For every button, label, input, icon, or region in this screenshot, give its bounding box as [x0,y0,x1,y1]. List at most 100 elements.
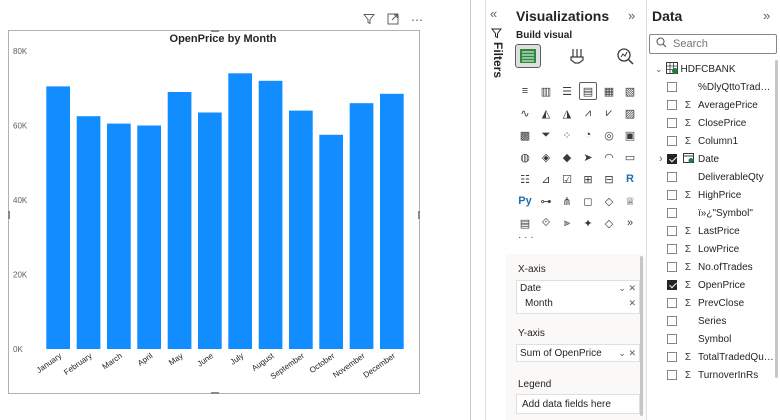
clustered-bar-icon[interactable]: ☰ [558,82,576,100]
field-checkbox[interactable] [667,190,677,200]
area-chart-icon[interactable]: ◭ [537,104,555,122]
remove-subfield-icon[interactable]: ✕ [628,298,636,309]
table-hdfcbank[interactable]: ⌄ HDFCBANK [655,60,736,78]
x-axis-field-pill[interactable]: Date ⌄ ✕ [517,281,639,296]
field-checkbox[interactable] [667,154,677,164]
field-checkbox[interactable] [667,244,677,254]
resize-handle-right[interactable] [418,211,420,219]
field-symbol[interactable]: Symbol [667,330,731,348]
pie-icon[interactable]: ◔ [579,126,597,144]
field-closeprice[interactable]: Σ ClosePrice [667,114,746,132]
map-icon[interactable]: ◍ [516,148,534,166]
stacked-bar-icon[interactable]: ≡ [516,82,534,100]
table-icon[interactable]: ⊞ [579,170,597,188]
field-checkbox[interactable] [667,298,677,308]
field-date[interactable]: › Date [659,150,719,168]
stacked-area-icon[interactable]: ◮ [558,104,576,122]
line-clustered-column-icon[interactable]: ⩗ [600,104,618,122]
field-checkbox[interactable] [667,316,677,326]
search-box[interactable] [649,34,777,54]
donut-icon[interactable]: ◎ [600,126,618,144]
python-visual-icon[interactable]: Py [516,192,534,210]
field-openprice[interactable]: Σ OpenPrice [667,276,745,294]
slicer-icon[interactable]: ☑ [558,170,576,188]
paginated-report-icon[interactable]: ▤ [516,214,534,232]
collapse-visualizations-icon[interactable]: » [628,8,635,23]
field-deliverableqty[interactable]: DeliverableQty [667,168,764,186]
expand-filters-icon[interactable]: « [490,6,497,21]
resize-handle-left[interactable] [8,211,10,219]
field-prevclose[interactable]: Σ PrevClose [667,294,744,312]
bar-october[interactable] [319,134,343,349]
field-no-oftrades[interactable]: Σ No.ofTrades [667,258,753,276]
power-automate-icon[interactable]: ⫸ [558,214,576,232]
x-axis-subfield-pill[interactable]: Month ✕ [517,296,639,311]
line-chart-icon[interactable]: ∿ [516,104,534,122]
matrix-icon[interactable]: ⊟ [600,170,618,188]
custom-visual-icon[interactable]: ✦ [579,214,597,232]
100-stacked-bar-icon[interactable]: ▦ [600,82,618,100]
field-series[interactable]: Series [667,312,726,330]
field-dlyqttotraded[interactable]: %DlyQttoTraded... [667,78,774,96]
bar-august[interactable] [258,80,283,350]
multi-row-card-icon[interactable]: ☷ [516,170,534,188]
ribbon-chart-icon[interactable]: ▨ [621,104,639,122]
field-symbol[interactable]: ï»¿"Symbol" [667,204,753,222]
remove-field-icon[interactable]: ✕ [628,283,636,293]
diamond-visual-icon[interactable]: ◇ [600,214,618,232]
power-apps-icon[interactable]: ⟐ [537,214,555,232]
scatter-icon[interactable]: ⁘ [558,126,576,144]
bar-february[interactable] [76,116,101,349]
navigation-icon[interactable]: ➤ [579,148,597,166]
gauge-icon[interactable]: ◠ [600,148,618,166]
filled-map-icon[interactable]: ◈ [537,148,555,166]
field-highprice[interactable]: Σ HighPrice [667,186,741,204]
clustered-column-icon[interactable]: ▤ [579,82,597,100]
chevron-down-icon[interactable]: ⌄ [655,64,663,75]
search-input[interactable] [673,38,763,50]
bar-november[interactable] [349,103,374,349]
format-visual-tab-icon[interactable] [564,44,590,68]
stacked-column-icon[interactable]: ▥ [537,82,555,100]
key-influencers-icon[interactable]: ⊶ [537,192,555,210]
collapse-data-icon[interactable]: » [763,8,770,23]
bar-january[interactable] [46,86,70,350]
resize-handle-bottom[interactable] [211,392,219,394]
field-checkbox[interactable] [667,100,677,110]
bar-december[interactable] [380,93,404,349]
field-checkbox[interactable] [667,226,677,236]
visualizations-scrollbar[interactable] [640,256,643,416]
line-stacked-column-icon[interactable]: ⩘ [579,104,597,122]
build-visual-tab-icon[interactable] [515,44,541,68]
filter-icon[interactable] [362,13,376,27]
remove-field-icon[interactable]: ✕ [628,348,636,358]
bar-april[interactable] [137,125,161,350]
field-checkbox[interactable] [667,172,677,182]
card-icon[interactable]: ▭ [621,148,639,166]
field-checkbox[interactable] [667,208,677,218]
trophy-icon[interactable]: ♕ [621,192,639,210]
field-checkbox[interactable] [667,262,677,272]
decomposition-tree-icon[interactable]: ⋔ [558,192,576,210]
filters-label[interactable]: Filters [491,42,505,78]
legend-well[interactable]: Add data fields here [516,394,640,414]
more-options-icon[interactable]: ⋯ [410,13,424,27]
field-checkbox[interactable] [667,118,677,128]
bar-chart-visual[interactable]: OpenPrice by Month 0K 20K 40K 60K 80K January F… [8,30,420,394]
treemap-icon[interactable]: ▣ [621,126,639,144]
bar-may[interactable] [167,92,192,349]
chevron-right-icon[interactable]: › [659,153,663,165]
chevron-visual-icon[interactable]: » [621,214,639,232]
smart-narrative-icon[interactable]: ◇ [600,192,618,210]
y-axis-field-pill[interactable]: Sum of OpenPrice ⌄ ✕ [517,346,639,361]
waterfall-icon[interactable]: ▩ [516,126,534,144]
100-stacked-column-icon[interactable]: ▧ [621,82,639,100]
chevron-down-icon[interactable]: ⌄ [618,283,626,293]
azure-map-icon[interactable]: ◆ [558,148,576,166]
field-checkbox[interactable] [667,280,677,290]
bar-march[interactable] [107,123,131,349]
qa-icon[interactable]: ◻ [579,192,597,210]
field-checkbox[interactable] [667,352,677,362]
field-column1[interactable]: Σ Column1 [667,132,738,150]
data-pane-scrollbar[interactable] [775,60,778,378]
